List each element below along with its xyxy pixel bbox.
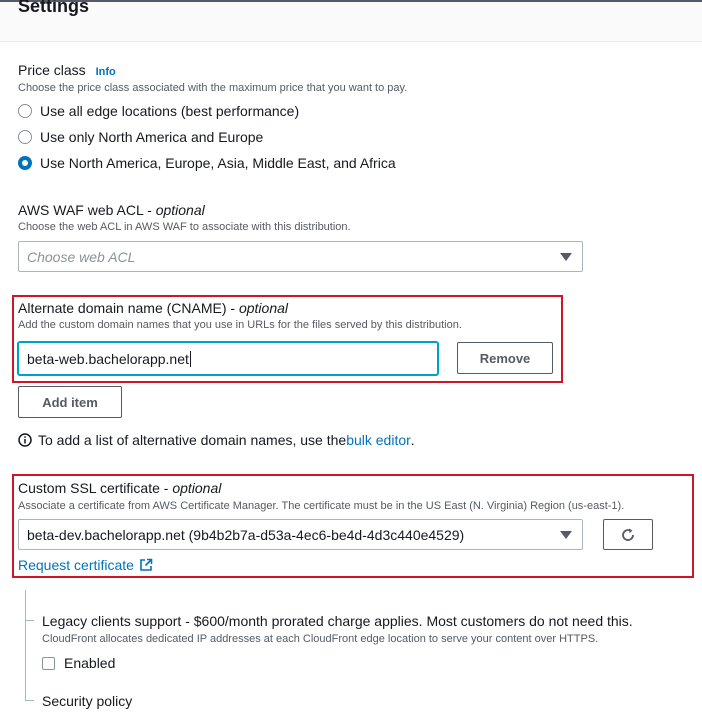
- ssl-certificate-select[interactable]: beta-dev.bachelorapp.net (9b4b2b7a-d53a-…: [18, 519, 583, 550]
- price-class-option-all[interactable]: Use all edge locations (best performance…: [18, 103, 299, 119]
- waf-select-placeholder: Choose web ACL: [27, 248, 136, 265]
- option-label: Use only North America and Europe: [40, 129, 264, 145]
- refresh-icon: [622, 528, 634, 541]
- cname-input-value: beta-web.bachelorapp.net: [27, 350, 189, 367]
- legacy-clients-description: CloudFront allocates dedicated IP addres…: [42, 633, 599, 645]
- bulk-editor-link[interactable]: bulk editor: [346, 432, 411, 448]
- remove-button[interactable]: Remove: [457, 342, 553, 374]
- caret-down-icon: [560, 530, 572, 539]
- legacy-enabled-checkbox-row[interactable]: Enabled: [42, 655, 115, 671]
- request-certificate-row[interactable]: Request certificate: [18, 557, 153, 573]
- cname-label: Alternate domain name (CNAME) - optional: [18, 300, 288, 316]
- checkbox-label: Enabled: [64, 655, 116, 671]
- optional-tag: optional: [172, 480, 222, 496]
- refresh-certificates-button[interactable]: [603, 519, 653, 550]
- price-class-label: Price class: [18, 62, 86, 78]
- legacy-clients-label: Legacy clients support - $600/month pror…: [42, 613, 633, 629]
- price-class-field: Price class Info: [18, 62, 116, 78]
- checkbox-icon[interactable]: [42, 656, 55, 670]
- optional-tag: optional: [238, 300, 289, 316]
- waf-select[interactable]: Choose web ACL: [18, 241, 583, 272]
- cname-input[interactable]: beta-web.bachelorapp.net: [18, 342, 438, 375]
- note-text: To add a list of alternative domain name…: [38, 432, 347, 448]
- price-class-info-link[interactable]: Info: [96, 66, 116, 78]
- info-icon: [18, 433, 32, 447]
- tree-branch-line: [25, 620, 34, 621]
- waf-label: AWS WAF web ACL - optional: [18, 202, 205, 218]
- option-label: Use North America, Europe, Asia, Middle …: [40, 155, 396, 171]
- ssl-description: Associate a certificate from AWS Certifi…: [18, 500, 625, 512]
- caret-down-icon: [560, 252, 572, 261]
- radio-button-icon[interactable]: [18, 104, 32, 118]
- cname-label-text: Alternate domain name (CNAME) -: [18, 300, 239, 316]
- option-label: Use all edge locations (best performance…: [40, 103, 300, 119]
- ssl-label: Custom SSL certificate - optional: [18, 480, 221, 496]
- tree-branch-line: [25, 700, 34, 701]
- radio-button-selected-icon[interactable]: [18, 156, 32, 170]
- external-link-icon: [140, 558, 153, 571]
- bulk-editor-note: To add a list of alternative domain name…: [18, 432, 415, 448]
- text-cursor: [189, 350, 191, 367]
- waf-label-text: AWS WAF web ACL -: [18, 202, 156, 218]
- tree-connector-line: [25, 590, 26, 700]
- add-item-button[interactable]: Add item: [18, 386, 122, 418]
- optional-tag: optional: [155, 202, 205, 218]
- ssl-label-text: Custom SSL certificate -: [18, 480, 173, 496]
- note-suffix: .: [410, 432, 415, 448]
- header-top-border: [0, 0, 702, 2]
- cname-description: Add the custom domain names that you use…: [18, 319, 462, 331]
- price-class-option-na-eu-asia[interactable]: Use North America, Europe, Asia, Middle …: [18, 155, 396, 171]
- radio-button-icon[interactable]: [18, 130, 32, 144]
- settings-header: [0, 0, 702, 42]
- security-policy-label: Security policy: [42, 693, 133, 709]
- ssl-select-value: beta-dev.bachelorapp.net (9b4b2b7a-d53a-…: [27, 526, 465, 543]
- price-class-description: Choose the price class associated with t…: [18, 82, 408, 94]
- waf-description: Choose the web ACL in AWS WAF to associa…: [18, 221, 351, 233]
- section-title: Settings: [18, 0, 90, 16]
- request-certificate-link[interactable]: Request certificate: [18, 557, 134, 573]
- price-class-option-na-eu[interactable]: Use only North America and Europe: [18, 129, 263, 145]
